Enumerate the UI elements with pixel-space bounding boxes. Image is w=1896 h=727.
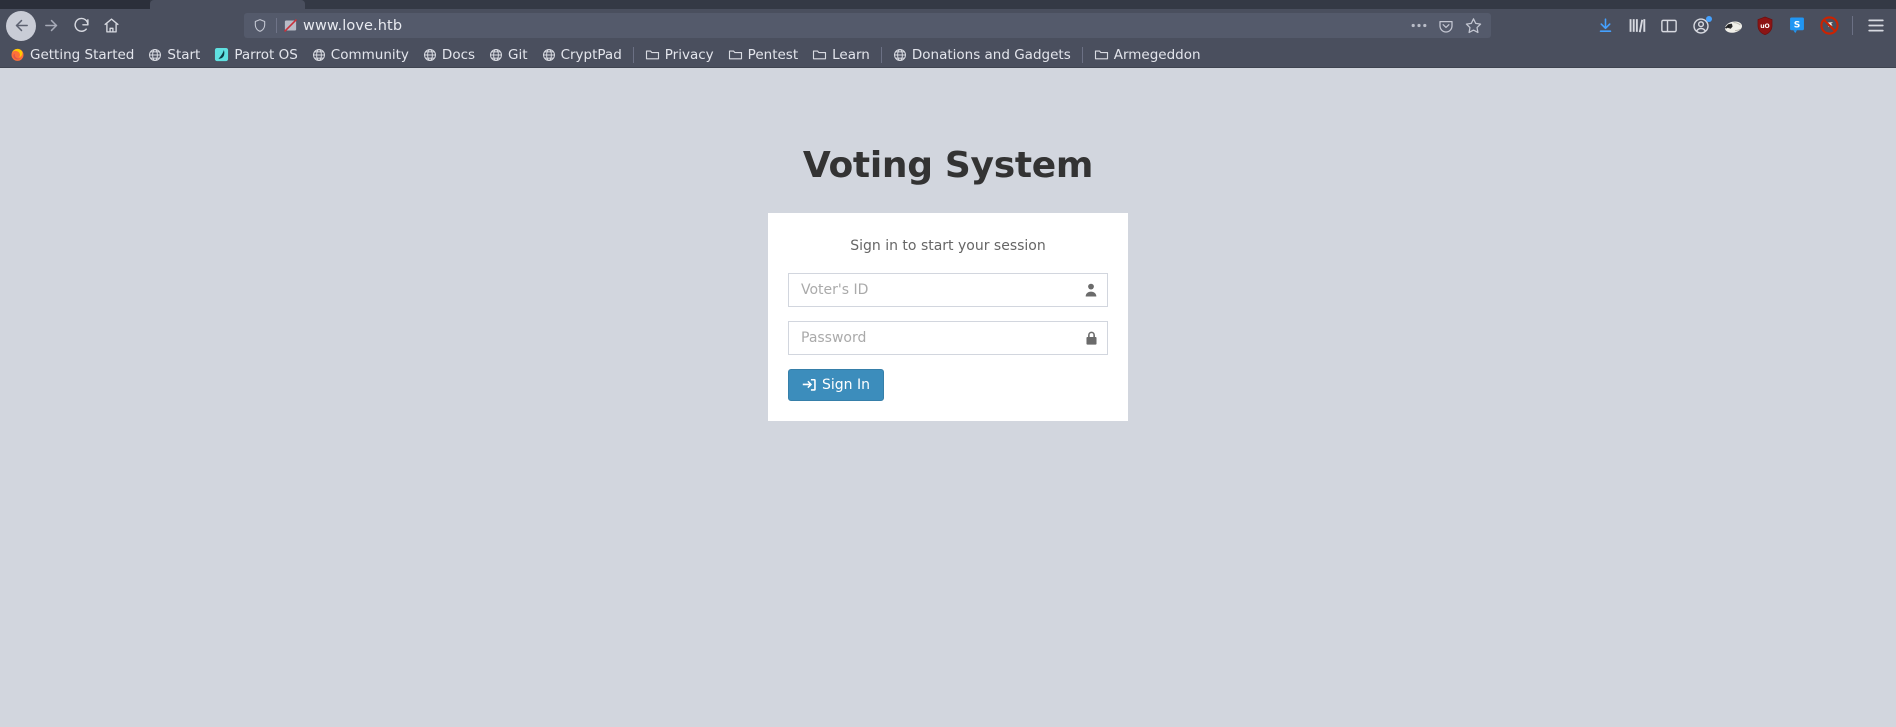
- bookmark-label: Git: [508, 46, 528, 63]
- url-bar[interactable]: www.love.htb: [244, 13, 1491, 38]
- tab-background-left[interactable]: [0, 0, 150, 9]
- home-icon: [103, 17, 120, 34]
- home-button[interactable]: [96, 11, 126, 41]
- voter-id-input[interactable]: [788, 273, 1108, 307]
- library-icon[interactable]: [1621, 11, 1653, 41]
- login-page: Voting System Sign in to start your sess…: [0, 68, 1896, 421]
- bookmark-label: Privacy: [664, 46, 714, 63]
- bookmark-divider: [880, 46, 882, 63]
- login-message: Sign in to start your session: [850, 238, 1046, 254]
- back-arrow-icon: [13, 17, 30, 34]
- globe-icon: [489, 48, 503, 62]
- bookmark-label: Start: [167, 46, 201, 63]
- globe-icon: [312, 48, 326, 62]
- url-text[interactable]: www.love.htb: [303, 18, 1411, 34]
- folder-icon: [645, 48, 660, 61]
- bookmark-label: Getting Started: [30, 46, 135, 63]
- parrot-icon: [214, 47, 229, 62]
- sign-in-button[interactable]: Sign In: [788, 369, 884, 401]
- url-divider: [276, 18, 277, 33]
- tab-strip: [0, 0, 1896, 9]
- bookmark-label: Docs: [441, 46, 476, 63]
- bookmark-parrot-os[interactable]: Parrot OS: [207, 45, 304, 65]
- bookmark-label: Pentest: [747, 46, 799, 63]
- noscript-icon[interactable]: [1813, 11, 1845, 41]
- bookmark-divider: [632, 46, 634, 63]
- folder-icon: [728, 48, 743, 61]
- account-notification-badge: [1706, 15, 1712, 22]
- forward-arrow-icon: [43, 17, 60, 34]
- reload-button[interactable]: [66, 11, 96, 41]
- bookmark-label: Armegeddon: [1113, 46, 1201, 63]
- globe-icon: [893, 48, 907, 62]
- browser-window: www.love.htb uO S Getting Started Start …: [0, 0, 1896, 727]
- bookmark-label: Parrot OS: [234, 46, 298, 63]
- svg-text:uO: uO: [1760, 23, 1770, 30]
- globe-icon: [423, 48, 437, 62]
- bookmark-divider: [1081, 46, 1083, 63]
- folder-icon: [1094, 48, 1109, 61]
- bookmark-label: Community: [330, 46, 409, 63]
- pocket-icon[interactable]: [1438, 18, 1454, 34]
- login-form: Sign In: [788, 273, 1108, 401]
- toolbar-divider: [1852, 16, 1853, 35]
- tab-strip-empty-area: [305, 0, 1896, 9]
- bookmark-folder-pentest[interactable]: Pentest: [721, 45, 805, 65]
- account-icon[interactable]: [1685, 11, 1717, 41]
- voter-id-field-group: [788, 273, 1108, 307]
- svg-text:S: S: [1794, 20, 1801, 30]
- bookmark-docs[interactable]: Docs: [416, 45, 482, 65]
- navigation-toolbar: www.love.htb uO S: [0, 9, 1896, 42]
- password-input[interactable]: [788, 321, 1108, 355]
- page-actions-icon[interactable]: [1411, 23, 1427, 28]
- password-field-group: [788, 321, 1108, 355]
- privacy-badger-icon[interactable]: [1717, 11, 1749, 41]
- bookmark-community[interactable]: Community: [305, 45, 416, 65]
- globe-icon: [148, 48, 162, 62]
- bookmark-label: Learn: [832, 46, 870, 63]
- bookmark-donations-and-gadgets[interactable]: Donations and Gadgets: [886, 45, 1078, 65]
- bookmark-folder-privacy[interactable]: Privacy: [638, 45, 721, 65]
- bookmark-folder-armegeddon[interactable]: Armegeddon: [1087, 45, 1208, 65]
- bookmark-label: Donations and Gadgets: [911, 46, 1071, 63]
- bookmark-getting-started[interactable]: Getting Started: [3, 45, 141, 65]
- ublock-origin-icon[interactable]: uO: [1749, 11, 1781, 41]
- sidebar-icon[interactable]: [1653, 11, 1685, 41]
- bookmarks-toolbar: Getting Started Start Parrot OS Communit…: [0, 42, 1896, 68]
- page-viewport: Voting System Sign in to start your sess…: [0, 68, 1896, 727]
- skype-icon[interactable]: S: [1781, 11, 1813, 41]
- bookmark-label: CryptPad: [560, 46, 622, 63]
- forward-button[interactable]: [36, 11, 66, 41]
- bookmark-star-icon[interactable]: [1465, 17, 1482, 34]
- login-card: Sign in to start your session Voter's ID…: [768, 213, 1128, 421]
- page-title: Voting System: [802, 145, 1094, 186]
- back-button[interactable]: [6, 10, 36, 41]
- firefox-icon: [10, 47, 25, 62]
- tracking-protection-shield-icon[interactable]: [250, 18, 270, 33]
- bookmark-folder-learn[interactable]: Learn: [805, 45, 877, 65]
- bookmark-start[interactable]: Start: [141, 45, 207, 65]
- reload-icon: [73, 17, 90, 34]
- folder-icon: [812, 48, 827, 61]
- downloads-icon[interactable]: [1589, 11, 1621, 41]
- sign-in-alt-icon: [802, 378, 816, 392]
- bookmark-git[interactable]: Git: [482, 45, 535, 65]
- bookmark-cryptpad[interactable]: CryptPad: [535, 45, 629, 65]
- browser-toolbar-icons: uO S: [1589, 11, 1892, 41]
- sign-in-button-label: Sign In: [822, 377, 870, 393]
- reader-view-disabled-icon[interactable]: [283, 18, 298, 33]
- app-menu-icon[interactable]: [1860, 11, 1892, 41]
- tab-active[interactable]: [150, 0, 305, 9]
- globe-icon: [542, 48, 556, 62]
